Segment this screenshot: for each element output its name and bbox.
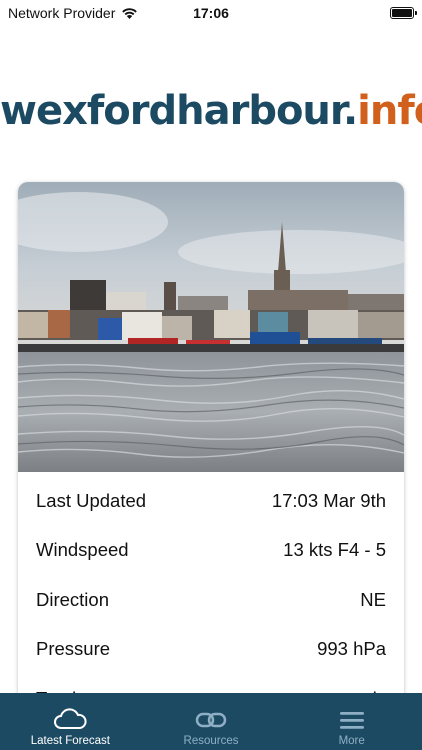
tab-resources[interactable]: Resources (141, 693, 282, 750)
row-value: 17:03 Mar 9th (271, 489, 386, 511)
site-logo: wexfordharbour.info (0, 88, 422, 134)
tab-bar: Latest Forecast Resources More (0, 693, 422, 750)
link-icon (195, 712, 227, 728)
logo-dot: . (342, 88, 358, 134)
row-value: 993 hPa (317, 638, 386, 660)
tab-label: More (338, 735, 365, 747)
status-left: Network Provider (8, 5, 138, 21)
carrier-label: Network Provider (8, 5, 116, 21)
row-last-updated: Last Updated 17:03 Mar 9th (18, 476, 404, 526)
logo-ext-text: info (357, 88, 422, 134)
row-pressure: Pressure 993 hPa (18, 625, 404, 675)
row-label: Direction (36, 588, 109, 610)
tab-label: Latest Forecast (30, 735, 110, 747)
tab-label: Resources (183, 735, 239, 747)
tab-more[interactable]: More (281, 693, 422, 750)
wifi-icon (122, 7, 138, 19)
row-value: 13 kts F4 - 5 (283, 539, 386, 561)
menu-icon (339, 712, 364, 729)
cloud-icon (54, 708, 87, 729)
status-time: 17:06 (193, 5, 229, 21)
row-windspeed: Windspeed 13 kts F4 - 5 (18, 526, 404, 576)
forecast-card: Last Updated 17:03 Mar 9th Windspeed 13 … (18, 182, 404, 722)
harbour-photo (18, 182, 404, 472)
logo-main-text: wexfordharbour (0, 88, 344, 134)
row-value: NE (360, 588, 386, 610)
row-label: Pressure (36, 638, 111, 660)
forecast-rows: Last Updated 17:03 Mar 9th Windspeed 13 … (18, 472, 404, 722)
row-label: Windspeed (36, 539, 129, 561)
status-bar: Network Provider 17:06 (0, 0, 422, 26)
row-direction: Direction NE (18, 575, 404, 625)
battery-icon (390, 7, 417, 19)
row-label: Last Updated (36, 489, 147, 511)
tab-latest-forecast[interactable]: Latest Forecast (0, 693, 141, 750)
